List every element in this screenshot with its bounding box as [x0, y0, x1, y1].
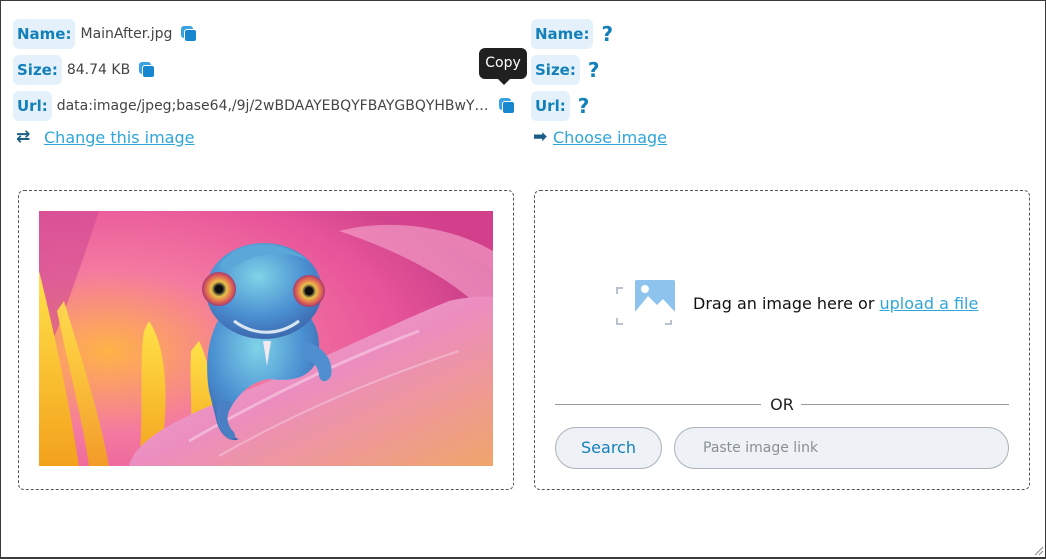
size-unknown-value: ? [587, 58, 600, 82]
or-divider: OR [555, 394, 1009, 414]
url-row: Url: data:image/jpeg;base64,/9j/2wBDAAYE… [13, 91, 515, 121]
drop-zone[interactable]: Drag an image here or upload a file [615, 278, 978, 328]
copy-url-icon[interactable] [498, 98, 515, 114]
search-button[interactable]: Search [555, 427, 662, 469]
url-unknown-value: ? [577, 94, 590, 118]
change-image-row: ⇄ Change this image [16, 127, 194, 147]
divider-line-left [555, 404, 761, 405]
choose-image-link[interactable]: Choose image [553, 128, 667, 147]
name-row: Name: ? [531, 19, 613, 49]
image-upload-icon [615, 280, 675, 326]
url-row: Url: ? [531, 91, 589, 121]
drop-text: Drag an image here or upload a file [693, 294, 978, 313]
size-label: Size: [13, 55, 62, 85]
name-row: Name: MainAfter.jpg [13, 19, 198, 49]
chameleon-image [39, 211, 493, 466]
url-value: data:image/jpeg;base64,/9j/2wBDAAYEBQYFB… [56, 98, 489, 114]
or-text: OR [770, 395, 794, 414]
current-image-box [18, 190, 514, 490]
change-image-link[interactable]: Change this image [44, 128, 194, 147]
image-link-input[interactable] [674, 427, 1009, 469]
url-label: Url: [531, 91, 570, 121]
size-row: Size: 84.74 KB [13, 55, 156, 85]
upload-file-link[interactable]: upload a file [880, 294, 979, 313]
copy-tooltip: Copy [479, 48, 527, 85]
arrow-right-icon: ➡ [533, 127, 548, 147]
resize-grip-icon[interactable] [1032, 544, 1044, 556]
url-label: Url: [13, 91, 52, 121]
divider-line-right [801, 404, 1009, 405]
name-unknown-value: ? [601, 22, 614, 46]
size-label: Size: [531, 55, 580, 85]
drop-instruction: Drag an image here or [693, 293, 880, 313]
size-value: 84.74 KB [66, 62, 131, 78]
upload-box[interactable]: Drag an image here or upload a file OR S… [534, 190, 1030, 490]
name-label: Name: [531, 19, 594, 49]
name-label: Name: [13, 19, 76, 49]
name-value: MainAfter.jpg [80, 26, 173, 42]
choose-image-row: ➡ Choose image [533, 127, 667, 147]
size-row: Size: ? [531, 55, 599, 85]
copy-size-icon[interactable] [139, 62, 156, 78]
swap-arrows-icon: ⇄ [16, 127, 31, 147]
copy-name-icon[interactable] [181, 26, 198, 42]
